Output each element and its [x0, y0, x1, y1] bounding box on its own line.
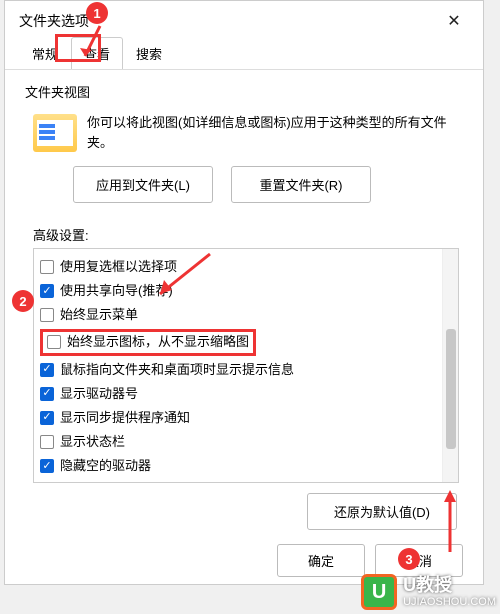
- watermark: U U教授 UJIAOSHOU.COM: [361, 574, 496, 610]
- highlighted-item: 始终显示图标，从不显示缩略图: [40, 329, 256, 355]
- list-item[interactable]: 显示状态栏: [38, 430, 454, 454]
- callout-1: 1: [86, 2, 108, 24]
- ok-button[interactable]: 确定: [277, 544, 365, 577]
- checkbox[interactable]: [40, 459, 54, 473]
- list-item[interactable]: 始终显示菜单: [38, 303, 454, 327]
- scrollbar-thumb[interactable]: [446, 329, 456, 449]
- watermark-url: UJIAOSHOU.COM: [403, 596, 496, 609]
- list-item[interactable]: 显示同步提供程序通知: [38, 406, 454, 430]
- checkbox[interactable]: [40, 387, 54, 401]
- restore-defaults-button[interactable]: 还原为默认值(D): [307, 493, 457, 530]
- folder-view-desc: 你可以将此视图(如详细信息或图标)应用于这种类型的所有文件夹。: [87, 113, 463, 152]
- watermark-logo: U: [361, 574, 397, 610]
- checkbox[interactable]: [40, 411, 54, 425]
- folder-icon: [33, 114, 77, 152]
- checkbox[interactable]: [40, 435, 54, 449]
- item-label: 显示驱动器号: [60, 384, 138, 404]
- list-item[interactable]: 使用复选框以选择项: [38, 255, 454, 279]
- watermark-title: U教授: [403, 575, 496, 597]
- apply-to-folders-button[interactable]: 应用到文件夹(L): [73, 166, 213, 203]
- item-label: 使用复选框以选择项: [60, 257, 177, 277]
- folder-view-label: 文件夹视图: [25, 82, 463, 101]
- close-button[interactable]: ✕: [439, 11, 469, 31]
- item-label: 始终显示图标，从不显示缩略图: [67, 332, 249, 352]
- tab-search[interactable]: 搜索: [123, 37, 175, 69]
- list-item[interactable]: 使用共享向导(推荐): [38, 279, 454, 303]
- checkbox[interactable]: [40, 284, 54, 298]
- item-label: 隐藏受保护的操作系统文件(推荐): [60, 480, 251, 483]
- item-label: 显示状态栏: [60, 432, 125, 452]
- item-label: 隐藏空的驱动器: [60, 456, 151, 476]
- list-item[interactable]: 鼠标指向文件夹和桌面项时显示提示信息: [38, 358, 454, 382]
- titlebar: 文件夹选项 ✕: [5, 1, 483, 37]
- advanced-settings-list[interactable]: 使用复选框以选择项使用共享向导(推荐) 始终显示菜单始终显示图标，从不显示缩略图鼠…: [33, 248, 459, 483]
- callout-3: 3: [398, 548, 420, 570]
- folder-view-section: 文件夹视图 你可以将此视图(如详细信息或图标)应用于这种类型的所有文件夹。 应用…: [5, 70, 483, 225]
- item-label: 鼠标指向文件夹和桌面项时显示提示信息: [60, 360, 294, 380]
- list-item[interactable]: 显示驱动器号: [38, 382, 454, 406]
- item-label: 显示同步提供程序通知: [60, 408, 190, 428]
- list-item[interactable]: 隐藏空的驱动器: [38, 454, 454, 478]
- scrollbar[interactable]: [442, 249, 458, 482]
- tab-view[interactable]: 查看: [71, 37, 123, 69]
- tab-general[interactable]: 常规: [19, 37, 71, 69]
- list-item[interactable]: 隐藏受保护的操作系统文件(推荐): [38, 478, 454, 483]
- item-label: 始终显示菜单: [60, 305, 138, 325]
- folder-options-window: 文件夹选项 ✕ 常规 查看 搜索 文件夹视图 你可以将此视图(如详细信息或图标)…: [4, 0, 484, 585]
- advanced-settings-label: 高级设置:: [5, 225, 483, 248]
- checkbox[interactable]: [40, 363, 54, 377]
- list-item[interactable]: 始终显示图标，从不显示缩略图: [38, 327, 454, 357]
- item-label: 使用共享向导(推荐): [60, 281, 173, 301]
- window-title: 文件夹选项: [19, 11, 89, 31]
- checkbox[interactable]: [40, 308, 54, 322]
- reset-folders-button[interactable]: 重置文件夹(R): [231, 166, 371, 203]
- callout-2: 2: [12, 290, 34, 312]
- checkbox[interactable]: [47, 335, 61, 349]
- checkbox[interactable]: [40, 260, 54, 274]
- tabs: 常规 查看 搜索: [5, 37, 483, 70]
